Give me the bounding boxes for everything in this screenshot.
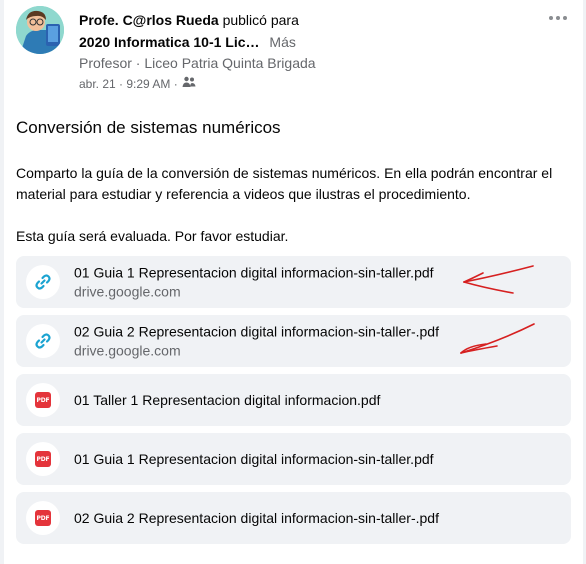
attachments-list: 01 Guia 1 Representacion digital informa… [16, 256, 571, 551]
more-options-button[interactable] [544, 8, 572, 28]
attachment-link[interactable]: 02 Guia 2 Representacion digital informa… [16, 315, 571, 367]
pdf-badge: PDF [35, 392, 51, 408]
attachment-title: 02 Guia 2 Representacion digital informa… [74, 510, 439, 526]
post-body-paragraph: Comparto la guía de la conversión de sis… [16, 165, 553, 202]
pdf-icon: PDF [26, 501, 60, 535]
post-action: publicó para [222, 12, 299, 28]
more-options-icon [549, 16, 567, 20]
author-line: Profe. C@rlos Rueda publicó para [79, 12, 299, 28]
attachment-link[interactable]: 01 Guia 1 Representacion digital informa… [16, 256, 571, 308]
link-icon [26, 324, 60, 358]
post-meta: abr. 21 · 9:29 AM · [79, 76, 196, 91]
pdf-badge: PDF [35, 451, 51, 467]
more-groups-link[interactable]: Más [269, 34, 295, 50]
attachment-title: 01 Taller 1 Representacion digital infor… [74, 392, 381, 408]
attachment-title: 01 Guia 1 Representacion digital informa… [74, 451, 434, 467]
attachment-title: 01 Guia 1 Representacion digital informa… [74, 264, 434, 281]
group-name[interactable]: 2020 Informatica 10-1 Lic… [79, 34, 260, 50]
attachment-title: 02 Guia 2 Representacion digital informa… [74, 323, 439, 340]
author-name[interactable]: Profe. C@rlos Rueda [79, 12, 219, 28]
pdf-icon: PDF [26, 383, 60, 417]
attachment-file[interactable]: PDF 01 Taller 1 Representacion digital i… [16, 374, 571, 426]
attachment-domain: drive.google.com [74, 342, 181, 359]
avatar[interactable] [16, 6, 64, 54]
pdf-badge: PDF [35, 510, 51, 526]
group-audience-icon [182, 76, 196, 91]
attachment-file[interactable]: PDF 01 Guia 1 Representacion digital inf… [16, 433, 571, 485]
avatar-illustration [16, 6, 64, 54]
post-body-paragraph: Esta guía será evaluada. Por favor estud… [16, 228, 289, 244]
post-timestamp[interactable]: abr. 21 · 9:29 AM · [79, 77, 178, 91]
post-title: Conversión de sistemas numéricos [16, 118, 281, 137]
post-header: Profe. C@rlos Rueda publicó para 2020 In… [16, 6, 572, 94]
attachment-domain: drive.google.com [74, 283, 181, 300]
group-line: 2020 Informatica 10-1 Lic… Más [79, 34, 296, 50]
attachment-file[interactable]: PDF 02 Guia 2 Representacion digital inf… [16, 492, 571, 544]
pdf-icon: PDF [26, 442, 60, 476]
post-body: Comparto la guía de la conversión de sis… [16, 163, 572, 247]
left-border [0, 0, 4, 564]
author-role: Profesor · Liceo Patria Quinta Brigada [79, 55, 316, 71]
link-icon [26, 265, 60, 299]
